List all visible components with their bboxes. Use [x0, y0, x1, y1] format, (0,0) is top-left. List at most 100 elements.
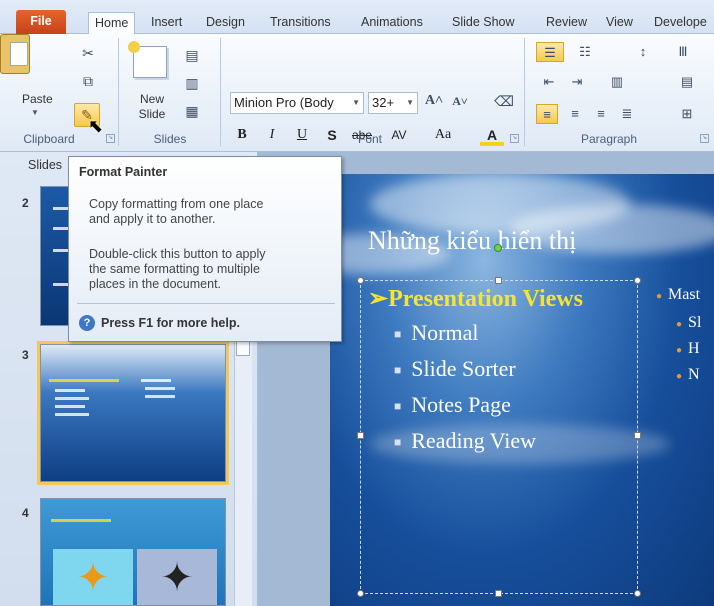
tab-insert[interactable]: Insert	[145, 12, 188, 34]
right-column-text: H	[688, 340, 700, 357]
font-name-value: Minion Pro (Body	[234, 95, 334, 110]
tab-design[interactable]: Design	[200, 12, 251, 34]
butterfly-image-1: ✦	[53, 549, 133, 605]
copy-icon[interactable]: ⧉	[78, 72, 98, 90]
underline-button[interactable]: U	[292, 124, 312, 146]
slides-pane-scrollbar[interactable]	[234, 340, 252, 606]
tab-animations[interactable]: Animations	[355, 12, 429, 34]
section-icon[interactable]: ▦	[182, 102, 202, 120]
new-slide-icon[interactable]	[128, 41, 167, 78]
clipboard-dialog-launcher[interactable]: ↘	[106, 134, 115, 143]
align-text-button[interactable]: ▤	[676, 72, 698, 92]
right-column-bullet[interactable]: ● N	[676, 366, 700, 384]
tab-file[interactable]: File	[16, 10, 66, 34]
resize-handle[interactable]	[357, 277, 364, 284]
tooltip-line: Copy formatting from one place	[89, 197, 264, 211]
tooltip-line: places in the document.	[89, 277, 222, 291]
change-case-button[interactable]: Aa	[428, 124, 458, 146]
smartart-button[interactable]: ⊞	[676, 104, 698, 124]
slide-title[interactable]: Những kiểu hiển thị	[368, 226, 576, 256]
paste-button-label[interactable]: Paste	[22, 92, 53, 106]
group-divider	[220, 38, 221, 146]
right-column-bullet[interactable]: ● Mast	[656, 286, 700, 304]
scrollbar-thumb[interactable]	[236, 340, 250, 356]
font-dialog-launcher[interactable]: ↘	[510, 134, 519, 143]
slides-pane-tab[interactable]: Slides	[28, 158, 62, 172]
mouse-pointer-icon: ⬉	[88, 116, 104, 136]
thumb-text-line	[55, 389, 85, 392]
decrease-indent-button[interactable]: ⇤	[538, 72, 560, 92]
dot-bullet-icon: ●	[676, 345, 683, 356]
shrink-font-icon[interactable]: A˅	[450, 92, 470, 110]
bold-button[interactable]: B	[232, 124, 252, 146]
format-painter-tooltip: Format Painter Copy formatting from one …	[68, 156, 342, 342]
new-slide-button[interactable]: New Slide	[130, 92, 174, 122]
right-column-text: Mast	[668, 286, 701, 303]
paste-icon[interactable]	[0, 34, 30, 74]
tab-transitions[interactable]: Transitions	[264, 12, 337, 34]
thumb-text-line	[55, 405, 85, 408]
resize-handle[interactable]	[634, 277, 641, 284]
font-size-combobox[interactable]: 32+ ▼	[368, 92, 418, 114]
resize-handle[interactable]	[357, 590, 364, 597]
slide-number-2: 2	[22, 196, 29, 210]
ribbon-tab-bar: File Home Insert Design Transitions Anim…	[0, 0, 714, 35]
thumb-text-line	[145, 395, 175, 398]
tooltip-line: Double-click this button to apply	[89, 247, 266, 261]
paste-dropdown-arrow[interactable]: ▼	[31, 108, 39, 117]
tooltip-divider	[77, 303, 335, 304]
numbering-button[interactable]: ☷	[570, 42, 600, 62]
ribbon-home: Paste ▼ ✂ ⧉ ✎ Clipboard ↘ New Slide ▤ ▥ …	[0, 34, 714, 152]
text-direction-button[interactable]: Ⅲ	[672, 42, 694, 62]
new-slide-label-2: Slide	[138, 107, 166, 121]
reset-icon[interactable]: ▥	[182, 74, 202, 92]
tooltip-line: and apply it to another.	[89, 212, 216, 226]
paragraph-group-label: Paragraph	[580, 132, 638, 146]
butterfly-image-2: ✦	[137, 549, 217, 605]
align-right-button[interactable]: ≡	[590, 104, 612, 124]
group-divider	[524, 38, 525, 146]
shadow-button[interactable]: S	[322, 124, 342, 146]
align-left-button[interactable]: ≡	[536, 104, 558, 124]
new-slide-label-1: New	[139, 92, 164, 106]
font-name-combobox[interactable]: Minion Pro (Body ▼	[230, 92, 364, 114]
paragraph-dialog-launcher[interactable]: ↘	[700, 134, 709, 143]
slide-thumbnail-3[interactable]	[37, 341, 229, 485]
tooltip-description-1: Copy formatting from one place and apply…	[89, 197, 333, 227]
italic-button[interactable]: I	[262, 124, 282, 146]
resize-handle[interactable]	[634, 590, 641, 597]
align-center-button[interactable]: ≡	[564, 104, 586, 124]
bullets-button[interactable]: ☰	[536, 42, 564, 62]
resize-handle[interactable]	[634, 432, 641, 439]
increase-indent-button[interactable]: ⇥	[566, 72, 588, 92]
text-placeholder-selection[interactable]	[360, 280, 638, 594]
rotate-handle[interactable]	[494, 244, 502, 252]
layout-icon[interactable]: ▤	[182, 46, 202, 64]
clear-formatting-icon[interactable]: ⌫	[494, 92, 514, 110]
cut-icon[interactable]: ✂	[78, 44, 98, 62]
right-column-bullet[interactable]: ● Sl	[676, 314, 701, 332]
dot-bullet-icon: ●	[656, 291, 663, 302]
font-size-value: 32+	[372, 95, 395, 110]
thumb-text-line	[55, 397, 89, 400]
slides-group-label: Slides	[153, 132, 187, 146]
resize-handle[interactable]	[495, 590, 502, 597]
grow-font-icon[interactable]: A˄	[424, 92, 444, 110]
resize-handle[interactable]	[495, 277, 502, 284]
columns-button[interactable]: ▥	[606, 72, 628, 92]
justify-button[interactable]: ≣	[616, 104, 638, 124]
tab-view[interactable]: View	[600, 12, 639, 34]
font-color-button[interactable]: A	[480, 124, 504, 146]
slide-thumbnail-4[interactable]: ✦ ✦	[40, 498, 226, 606]
resize-handle[interactable]	[357, 432, 364, 439]
thumb-text-line	[145, 387, 175, 390]
dot-bullet-icon: ●	[676, 371, 683, 382]
line-spacing-button[interactable]: ↕	[632, 42, 654, 62]
tooltip-help-text: Press F1 for more help.	[101, 316, 240, 330]
tab-developer[interactable]: Develope	[648, 12, 713, 34]
tab-slide-show[interactable]: Slide Show	[446, 12, 521, 34]
dot-bullet-icon: ●	[676, 319, 683, 330]
tab-review[interactable]: Review	[540, 12, 593, 34]
tab-home[interactable]: Home	[88, 12, 136, 35]
right-column-bullet[interactable]: ● H	[676, 340, 700, 358]
